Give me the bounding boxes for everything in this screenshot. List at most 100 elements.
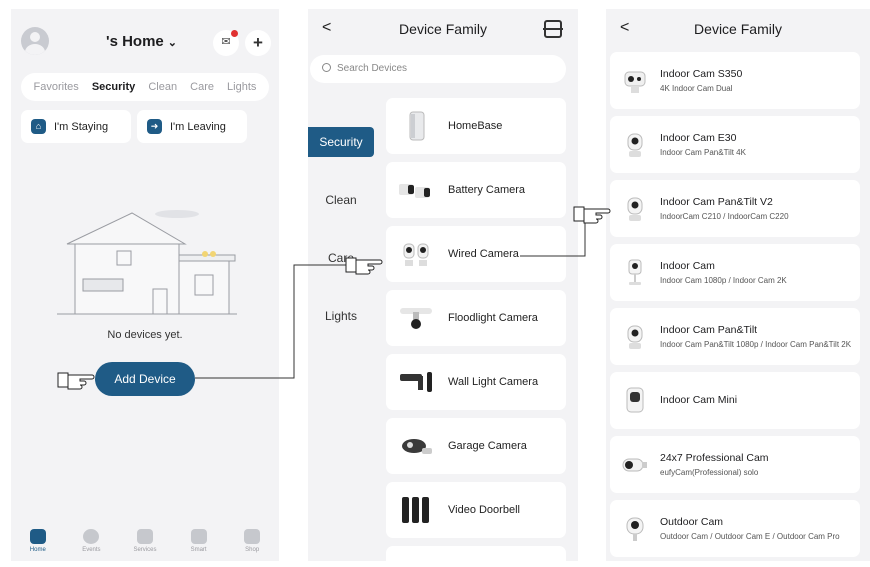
tab-security[interactable]: Security xyxy=(92,81,135,93)
device-label: Video Doorbell xyxy=(448,504,520,516)
device-homebase[interactable]: HomeBase xyxy=(386,98,566,154)
model-subtitle: Indoor Cam Pan&Tilt 1080p / Indoor Cam P… xyxy=(660,340,852,349)
nav-shop[interactable]: Shop xyxy=(227,525,277,561)
clock-icon xyxy=(83,529,100,544)
indoor-cam-mini-icon xyxy=(626,387,644,413)
scan-icon[interactable] xyxy=(543,20,563,38)
bottom-nav: Home Events Services Smart Shop xyxy=(11,525,279,561)
leaving-label: I'm Leaving xyxy=(170,120,226,133)
page-title: Device Family xyxy=(399,21,487,37)
message-button[interactable]: ✉ xyxy=(213,30,239,56)
search-icon xyxy=(322,63,331,72)
nav-events[interactable]: Events xyxy=(66,525,116,561)
model-name: Indoor Cam Mini xyxy=(660,394,738,406)
model-name: 24x7 Professional Cam xyxy=(660,452,769,464)
message-icon: ✉ xyxy=(221,36,231,48)
device-battery-camera[interactable]: Battery Camera xyxy=(386,162,566,218)
home-selector[interactable]: 's Home ⌄ xyxy=(106,33,177,50)
wall-light-camera-icon xyxy=(400,372,432,392)
tutorial-stage: 's Home ⌄ ✉ + Favorites Security Clean Ca… xyxy=(0,0,870,567)
nav-services[interactable]: Services xyxy=(120,525,170,561)
camera-model-list: Indoor Cam S350 4K Indoor Cam Dual Indoo… xyxy=(610,52,860,561)
add-icon[interactable]: + xyxy=(245,30,271,56)
category-lights[interactable]: Lights xyxy=(308,287,374,345)
model-subtitle: Outdoor Cam / Outdoor Cam E / Outdoor Ca… xyxy=(660,532,840,541)
model-indoor-cam-pantilt[interactable]: Indoor Cam Pan&Tilt Indoor Cam Pan&Tilt … xyxy=(610,308,860,365)
device-floodlight-camera[interactable]: Floodlight Camera xyxy=(386,290,566,346)
device-family-screen: < Device Family Search Devices Security … xyxy=(308,9,578,561)
nav-services-label: Services xyxy=(133,547,157,553)
pointing-hand-icon xyxy=(345,257,383,275)
avatar[interactable] xyxy=(21,27,49,55)
shield-icon xyxy=(136,529,153,544)
model-indoor-cam[interactable]: Indoor Cam Indoor Cam 1080p / Indoor Cam… xyxy=(610,244,860,301)
nav-events-label: Events xyxy=(82,547,101,553)
model-name: Indoor Cam S350 xyxy=(660,68,743,80)
category-clean[interactable]: Clean xyxy=(308,171,374,229)
tab-clean[interactable]: Clean xyxy=(148,81,177,93)
model-subtitle: 4K Indoor Cam Dual xyxy=(660,84,733,93)
device-family-header: < Device Family xyxy=(606,9,870,53)
empty-house-illustration xyxy=(57,210,237,315)
device-video-doorbell[interactable]: Video Doorbell xyxy=(386,482,566,538)
device-type-list: HomeBase Battery Camera Wired Camera Flo… xyxy=(386,98,566,561)
indoor-cam-pantilt-v2-icon xyxy=(627,197,643,221)
search-input[interactable]: Search Devices xyxy=(310,55,566,83)
floodlight-camera-icon xyxy=(400,308,432,329)
model-name: Indoor Cam E30 xyxy=(660,132,737,144)
indoor-cam-pantilt-icon xyxy=(627,325,643,349)
category-security[interactable]: Security xyxy=(308,127,374,157)
device-label: Floodlight Camera xyxy=(448,312,538,324)
device-garage-camera[interactable]: Garage Camera xyxy=(386,418,566,474)
home-icon: ⌂ xyxy=(31,119,46,134)
exit-icon: ➜ xyxy=(147,119,162,134)
model-subtitle: IndoorCam C210 / IndoorCam C220 xyxy=(660,212,789,221)
model-indoor-cam-s350[interactable]: Indoor Cam S350 4K Indoor Cam Dual xyxy=(610,52,860,109)
tab-care[interactable]: Care xyxy=(190,81,214,93)
category-list: Security Clean Care Lights xyxy=(308,97,374,345)
video-doorbell-icon xyxy=(402,497,429,523)
pointing-hand-icon xyxy=(57,372,95,390)
model-name: Indoor Cam Pan&Tilt xyxy=(660,324,758,336)
device-label: Wired Camera xyxy=(448,248,519,260)
home-screen: 's Home ⌄ ✉ + Favorites Security Clean Ca… xyxy=(11,9,279,561)
model-outdoor-cam[interactable]: Outdoor Cam Outdoor Cam / Outdoor Cam E … xyxy=(610,500,860,557)
chevron-down-icon: ⌄ xyxy=(167,37,177,49)
device-family-header: < Device Family xyxy=(308,9,578,53)
professional-cam-icon xyxy=(622,458,647,472)
leaving-mode-button[interactable]: ➜ I'm Leaving xyxy=(137,110,247,143)
empty-state-text: No devices yet. xyxy=(107,329,183,341)
homebase-icon xyxy=(409,111,425,141)
indoor-cam-s350-icon xyxy=(624,71,646,93)
device-wall-light-camera[interactable]: Wall Light Camera xyxy=(386,354,566,410)
model-indoor-cam-pantilt-v2[interactable]: Indoor Cam Pan&Tilt V2 IndoorCam C210 / … xyxy=(610,180,860,237)
model-indoor-cam-e30[interactable]: Indoor Cam E30 Indoor Cam Pan&Tilt 4K xyxy=(610,116,860,173)
list-item-partial[interactable] xyxy=(386,546,566,561)
device-label: Garage Camera xyxy=(448,440,527,452)
nav-smart[interactable]: Smart xyxy=(174,525,224,561)
garage-camera-icon xyxy=(402,439,432,454)
gear-icon xyxy=(190,529,207,544)
model-name: Indoor Cam xyxy=(660,260,715,272)
notification-dot xyxy=(231,30,238,37)
tab-favorites[interactable]: Favorites xyxy=(34,81,79,93)
model-indoor-cam-mini[interactable]: Indoor Cam Mini xyxy=(610,372,860,429)
device-wired-camera[interactable]: Wired Camera xyxy=(386,226,566,282)
category-tabs: Favorites Security Clean Care Lights xyxy=(21,73,269,101)
staying-mode-button[interactable]: ⌂ I'm Staying xyxy=(21,110,131,143)
model-subtitle: Indoor Cam 1080p / Indoor Cam 2K xyxy=(660,276,787,285)
pointing-hand-icon xyxy=(573,206,611,224)
indoor-cam-icon xyxy=(628,259,642,285)
home-nav-icon xyxy=(29,529,46,544)
add-device-button[interactable]: Add Device xyxy=(95,362,195,396)
nav-home-label: Home xyxy=(29,547,46,553)
model-24x7-professional-cam[interactable]: 24x7 Professional Cam eufyCam(Profession… xyxy=(610,436,860,493)
device-label: HomeBase xyxy=(448,120,503,132)
tab-lights[interactable]: Lights xyxy=(227,81,256,93)
nav-shop-label: Shop xyxy=(245,547,260,553)
nav-home[interactable]: Home xyxy=(13,525,63,561)
staying-label: I'm Staying xyxy=(54,120,109,133)
shop-icon xyxy=(244,529,261,544)
model-subtitle: Indoor Cam Pan&Tilt 4K xyxy=(660,148,746,157)
device-label: Wall Light Camera xyxy=(448,376,539,388)
